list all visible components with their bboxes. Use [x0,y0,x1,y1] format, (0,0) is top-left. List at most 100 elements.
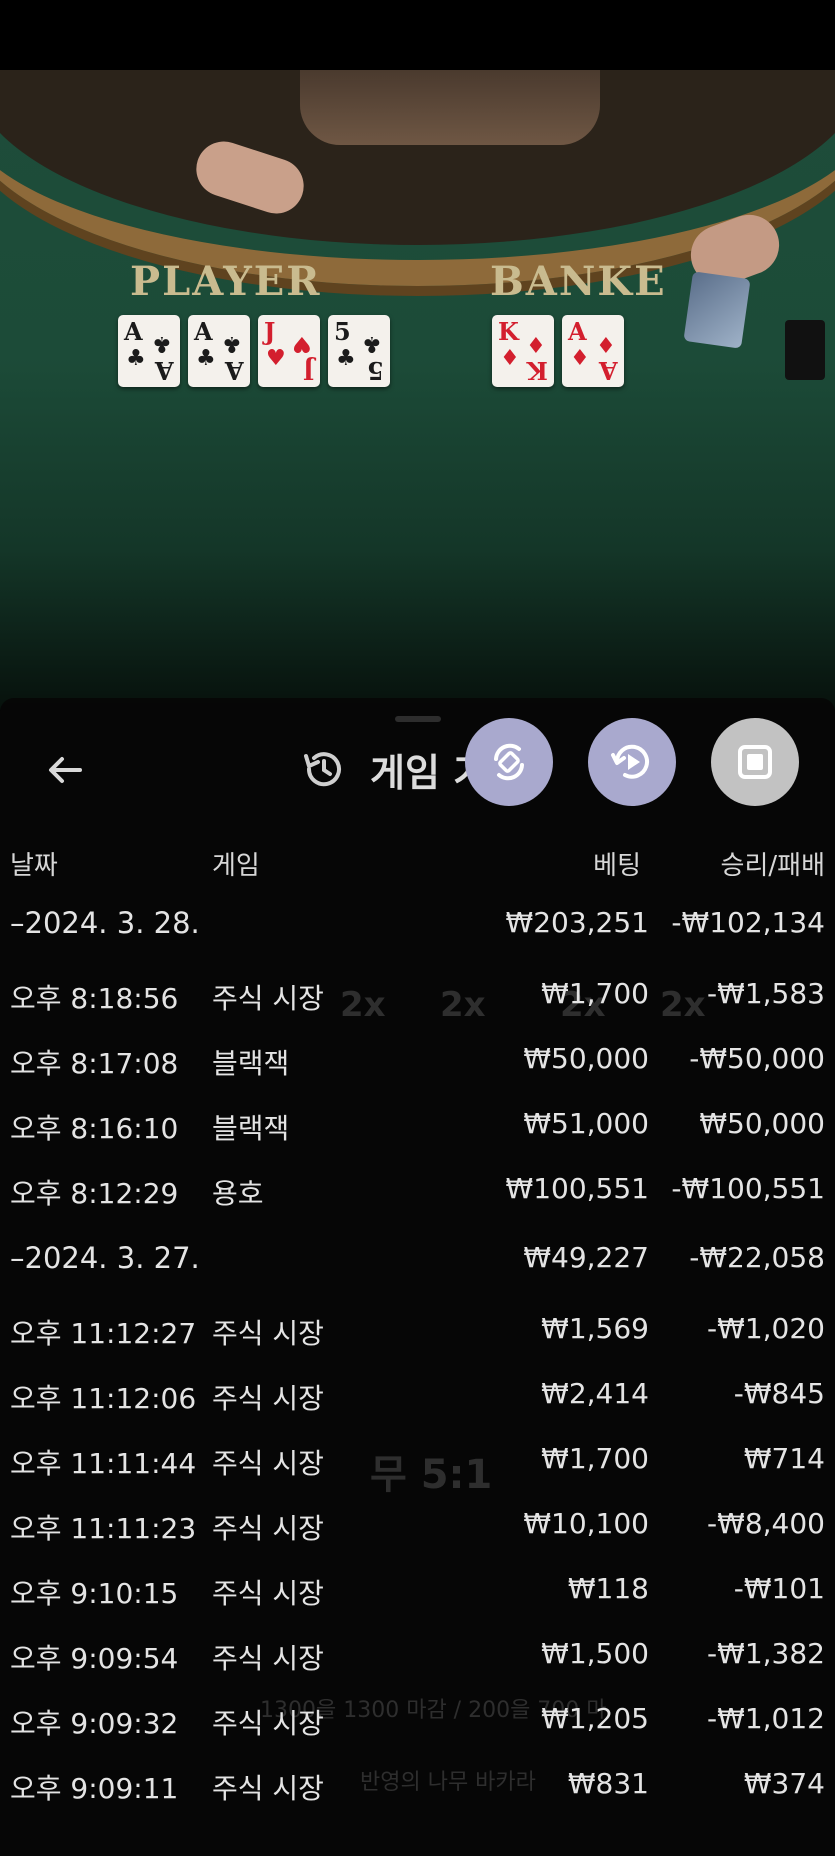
row-game: 주식 시장 [212,1382,324,1415]
history-row[interactable]: 오후 11:12:06 주식 시장 ₩2,414 -₩845 [0,1377,835,1421]
row-bet: ₩2,414 [541,1377,649,1410]
card-rank: J [302,356,314,385]
row-game: 블랙잭 [212,1047,290,1080]
row-result: -₩8,400 [707,1507,825,1540]
table-header: 날짜 게임 베팅 승리/패배 [0,845,835,885]
card-rank: A [225,356,244,385]
row-time: 오후 8:17:08 [10,1047,179,1080]
banker-label: BANKE [490,258,667,305]
column-game: 게임 [212,851,260,881]
date-group-header[interactable]: –2024. 3. 28. ₩203,251 -₩102,134 [0,906,835,950]
back-button[interactable] [40,745,90,795]
row-result: ₩714 [743,1442,825,1475]
card-rank: A [599,356,618,385]
row-result: -₩1,583 [707,977,825,1010]
group-result-total: -₩22,058 [689,1241,825,1274]
playing-card: A ♣ A ♣ [188,315,250,387]
card-suit: ♦ [526,331,546,357]
replay-button[interactable] [588,718,676,806]
history-row[interactable]: 오후 8:17:08 블랙잭 ₩50,000 -₩50,000 [0,1042,835,1086]
history-row[interactable]: 오후 9:09:54 주식 시장 ₩1,500 -₩1,382 [0,1637,835,1681]
row-game: 주식 시장 [212,1447,324,1480]
row-time: 오후 9:09:11 [10,1772,179,1805]
card-suit: ♣ [362,331,382,357]
card-rank: K [498,317,519,346]
row-time: 오후 8:12:29 [10,1177,179,1210]
stop-square-icon [738,745,772,779]
card-rank: A [194,317,213,346]
row-game: 주식 시장 [212,1577,324,1610]
rotate-screen-button[interactable] [465,718,553,806]
row-bet: ₩100,551 [505,1172,649,1205]
group-date: –2024. 3. 27. [10,1241,200,1275]
row-time: 오후 9:10:15 [10,1577,179,1610]
row-result: -₩100,551 [671,1172,825,1205]
history-row[interactable]: 오후 11:12:27 주식 시장 ₩1,569 -₩1,020 [0,1312,835,1356]
history-row[interactable]: 오후 11:11:23 주식 시장 ₩10,100 -₩8,400 [0,1507,835,1551]
card-suit: ♣ [152,331,172,357]
row-game: 주식 시장 [212,982,324,1015]
row-time: 오후 9:09:54 [10,1642,179,1675]
row-time: 오후 8:18:56 [10,982,179,1015]
row-result: -₩845 [733,1377,825,1410]
sheet-drag-handle[interactable] [395,716,441,722]
row-bet: ₩1,569 [541,1312,649,1345]
stop-button[interactable] [711,718,799,806]
row-result: -₩50,000 [689,1042,825,1075]
card-rank: A [124,317,143,346]
card-suit: ♣ [336,345,356,371]
row-bet: ₩831 [567,1767,649,1800]
player-cards: A ♣ A ♣ A ♣ A ♣ J ♥ J ♥ 5 ♣ 5 ♣ [118,315,390,387]
row-bet: ₩1,205 [541,1702,649,1735]
group-date: –2024. 3. 28. [10,906,200,940]
row-game: 용호 [212,1177,264,1210]
row-bet: ₩1,500 [541,1637,649,1670]
row-bet: ₩118 [567,1572,649,1605]
player-label: PLAYER [130,258,322,305]
dealer-card [683,271,751,349]
column-bet: 베팅 [593,851,641,881]
row-time: 오후 11:11:23 [10,1512,197,1545]
row-game: 주식 시장 [212,1512,324,1545]
card-suit: ♣ [222,331,242,357]
history-row[interactable]: 오후 9:10:15 주식 시장 ₩118 -₩101 [0,1572,835,1616]
card-suit: ♦ [570,345,590,371]
row-time: 오후 11:12:06 [10,1382,197,1415]
history-row[interactable]: 오후 8:18:56 주식 시장 ₩1,700 -₩1,583 [0,977,835,1021]
history-row[interactable]: 오후 8:16:10 블랙잭 ₩51,000 ₩50,000 [0,1107,835,1151]
card-rank: A [155,356,174,385]
row-bet: ₩1,700 [541,977,649,1010]
row-game: 주식 시장 [212,1317,324,1350]
history-row[interactable]: 오후 9:09:32 주식 시장 ₩1,205 -₩1,012 [0,1702,835,1746]
date-group-header[interactable]: –2024. 3. 27. ₩49,227 -₩22,058 [0,1241,835,1285]
card-suit: ♦ [500,345,520,371]
row-result: -₩1,012 [707,1702,825,1735]
row-time: 오후 11:11:44 [10,1447,197,1480]
row-game: 주식 시장 [212,1707,324,1740]
playing-card: A ♣ A ♣ [118,315,180,387]
card-shoe [785,320,825,380]
group-result-total: -₩102,134 [671,906,825,939]
live-video: PLAYER BANKE A ♣ A ♣ A ♣ A ♣ J ♥ J ♥ 5 ♣ 5 ♣ K ♦ K ♦ A ♦ A ♦ [0,70,835,710]
card-suit: ♥ [292,331,312,357]
history-row[interactable]: 오후 11:11:44 주식 시장 ₩1,700 ₩714 [0,1442,835,1486]
playing-card: 5 ♣ 5 ♣ [328,315,390,387]
row-game: 주식 시장 [212,1772,324,1805]
playing-card: A ♦ A ♦ [562,315,624,387]
card-rank: 5 [334,317,351,346]
row-time: 오후 11:12:27 [10,1317,197,1350]
card-rank: 5 [367,356,384,385]
arrow-left-icon [49,757,82,783]
row-bet: ₩51,000 [523,1107,649,1140]
row-result: ₩50,000 [699,1107,825,1140]
row-game: 주식 시장 [212,1642,324,1675]
history-row[interactable]: 오후 9:09:11 주식 시장 ₩831 ₩374 [0,1767,835,1811]
row-result: -₩101 [733,1572,825,1605]
row-result: -₩1,382 [707,1637,825,1670]
row-result: -₩1,020 [707,1312,825,1345]
history-row[interactable]: 오후 8:12:29 용호 ₩100,551 -₩100,551 [0,1172,835,1216]
card-suit: ♣ [196,345,216,371]
card-suit: ♦ [596,331,616,357]
card-suit: ♣ [126,345,146,371]
row-time: 오후 9:09:32 [10,1707,179,1740]
